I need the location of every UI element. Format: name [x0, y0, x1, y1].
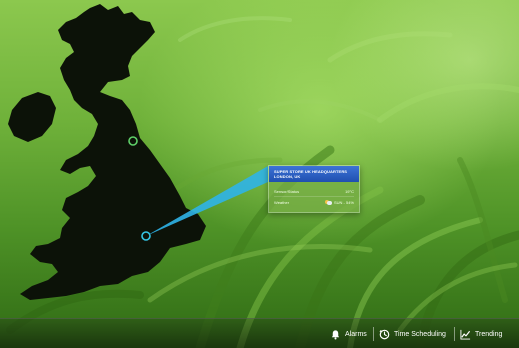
sensor-value: 19°C [345, 188, 354, 194]
callout-row-sensor: Sensor/Status 19°C [274, 186, 354, 197]
time-scheduling-button[interactable]: Time Scheduling [379, 327, 446, 341]
weather-value: SUN - 54% [333, 200, 354, 205]
location-callout[interactable]: SUPER STORE UK HEADQUARTERS LONDON, UK S… [268, 165, 360, 213]
uk-map [8, 4, 268, 300]
partly-sunny-icon [324, 200, 332, 205]
bottom-toolbar: Alarms Time Scheduling Trending [0, 318, 519, 348]
time-scheduling-label: Time Scheduling [394, 330, 446, 338]
map-marker-london[interactable] [141, 231, 151, 241]
dashboard-screen: SUPER STORE UK HEADQUARTERS LONDON, UK S… [0, 0, 519, 348]
trend-line-icon [460, 329, 471, 340]
toolbar-divider [454, 327, 455, 341]
trending-label: Trending [475, 330, 503, 338]
toolbar-divider [373, 327, 374, 341]
callout-subtitle: LONDON, UK [274, 174, 301, 179]
weather-value-group: SUN - 54% [324, 200, 354, 205]
alarms-button[interactable]: Alarms [330, 327, 367, 341]
northern-ireland-silhouette [8, 92, 56, 142]
callout-row-weather: Weather SUN - 54% [274, 197, 354, 208]
weather-label: Weather [274, 200, 290, 205]
clock-icon [379, 329, 390, 339]
map-marker-north[interactable] [128, 136, 138, 146]
trending-button[interactable]: Trending [460, 327, 502, 341]
great-britain-silhouette [20, 4, 206, 300]
callout-body: Sensor/Status 19°C Weather SUN - 54% [269, 182, 359, 212]
sensor-label: Sensor/Status [274, 188, 300, 194]
alarms-label: Alarms [345, 330, 367, 338]
callout-header: SUPER STORE UK HEADQUARTERS LONDON, UK [269, 166, 359, 182]
bell-icon [331, 329, 340, 339]
